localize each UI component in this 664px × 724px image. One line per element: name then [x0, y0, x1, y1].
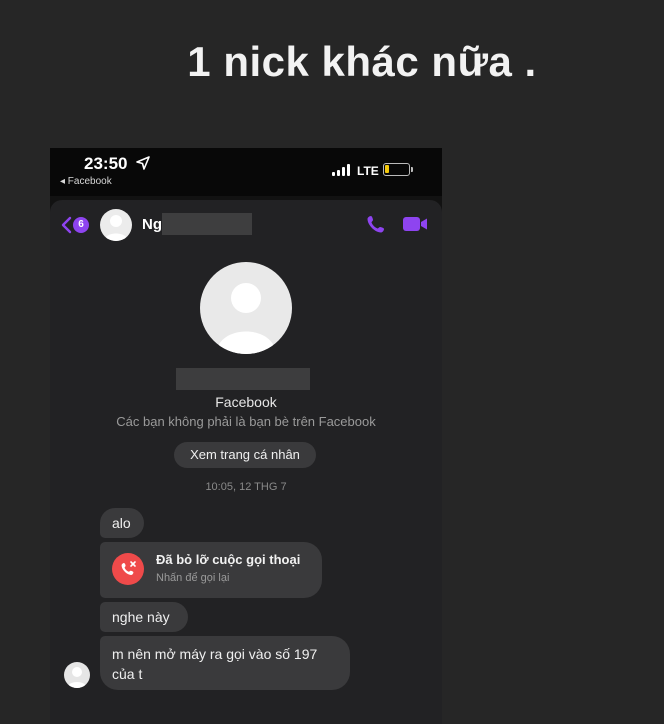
chat-view: 6 Ng Facebook Các bạn không phải là bạn …: [50, 200, 442, 724]
story-caption: 1 nick khác nữa .: [187, 38, 537, 85]
message-bubble[interactable]: m nên mở máy ra gọi vào số 197 của t: [100, 636, 350, 690]
profile-platform: Facebook: [215, 394, 277, 410]
name-redaction-block: [162, 213, 252, 235]
status-bar: 23:50 ◂ Facebook LTE: [50, 148, 442, 196]
signal-bars-icon: [332, 164, 352, 176]
phone-call-icon[interactable]: [366, 214, 386, 234]
back-to-app-link[interactable]: ◂ Facebook: [60, 176, 112, 187]
message-line: m nên mở máy ra gọi vào số 197: [112, 646, 318, 662]
default-avatar-icon: [104, 215, 128, 241]
message-line: của t: [112, 666, 143, 682]
contact-name[interactable]: Ng: [142, 216, 162, 233]
default-avatar-icon: [67, 667, 87, 688]
back-chevron-icon: [61, 216, 72, 234]
missed-call-icon: [112, 553, 144, 585]
video-call-icon[interactable]: [402, 216, 428, 232]
chat-header: 6 Ng: [50, 200, 442, 248]
message-timestamp: 10:05, 12 THG 7: [205, 481, 287, 493]
message-bubble[interactable]: nghe này: [100, 602, 188, 632]
friendship-status: Các bạn không phải là bạn bè trên Facebo…: [116, 414, 376, 429]
status-time: 23:50: [84, 154, 128, 173]
network-type: LTE: [357, 164, 379, 178]
contact-avatar[interactable]: [100, 209, 132, 241]
profile-avatar[interactable]: [200, 262, 292, 354]
message-bubble[interactable]: alo: [100, 508, 144, 538]
missed-call-bubble[interactable]: Đã bỏ lỡ cuộc gọi thoại Nhấn để gọi lại: [100, 542, 322, 598]
missed-call-title: Đã bỏ lỡ cuộc gọi thoại: [156, 552, 301, 567]
profile-name-redaction-block: [176, 368, 310, 390]
sender-avatar: [64, 662, 90, 688]
unread-count-badge: 6: [73, 217, 89, 233]
missed-call-subtitle: Nhấn để gọi lại: [156, 572, 230, 584]
battery-icon: [383, 163, 413, 176]
view-profile-button[interactable]: Xem trang cá nhân: [174, 442, 316, 468]
default-avatar-icon: [216, 283, 276, 354]
location-arrow-icon: [136, 156, 150, 170]
messenger-screenshot: 23:50 ◂ Facebook LTE 6 Ng Facebook Các b…: [50, 148, 442, 724]
back-button[interactable]: 6: [60, 214, 90, 236]
